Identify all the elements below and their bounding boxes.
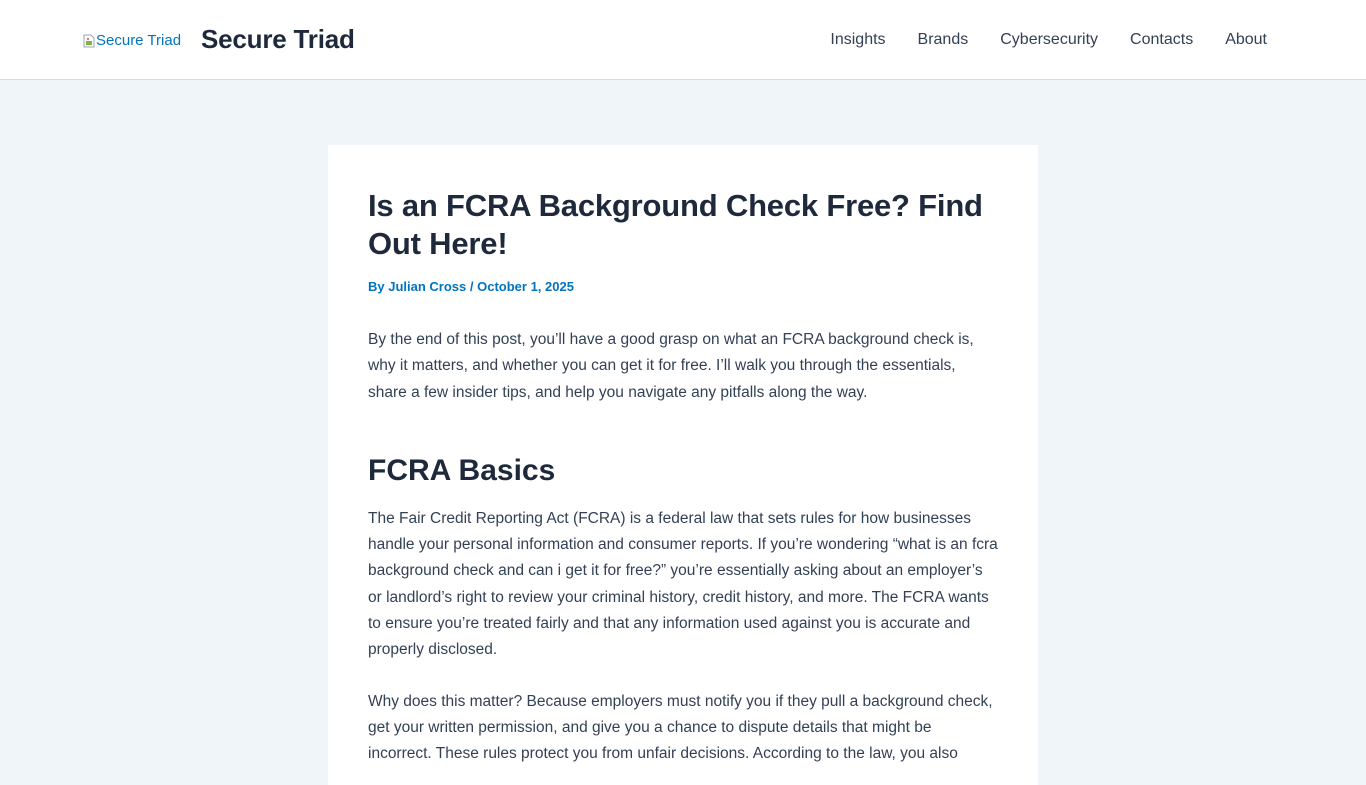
article-title: Is an FCRA Background Check Free? Find O… — [368, 188, 983, 261]
intro-paragraph: By the end of this post, you’ll have a g… — [368, 331, 974, 401]
nav-item-contacts[interactable]: Contacts — [1130, 31, 1193, 49]
article-card: Is an FCRA Background Check Free? Find O… — [328, 145, 1038, 785]
nav-item-cybersecurity[interactable]: Cybersecurity — [1000, 31, 1098, 49]
site-logo-link[interactable]: Secure Triad — [83, 32, 181, 49]
nav-item-brands[interactable]: Brands — [918, 31, 969, 49]
date-link[interactable]: October 1, 2025 — [477, 279, 574, 294]
site-header: Secure Triad Secure Triad Insights Brand… — [0, 0, 1366, 80]
post-meta: By Julian Cross / October 1, 2025 — [368, 279, 998, 294]
why-paragraph: Why does this matter? Because employers … — [368, 692, 993, 763]
main-nav: Insights Brands Cybersecurity Contacts A… — [830, 31, 1267, 49]
nav-item-insights[interactable]: Insights — [830, 31, 885, 49]
section-heading: FCRA Basics — [368, 453, 556, 487]
site-title[interactable]: Secure Triad — [201, 24, 355, 55]
nav-item-about[interactable]: About — [1225, 31, 1267, 49]
meta-prefix: By — [368, 279, 389, 294]
author-link[interactable]: Julian Cross — [388, 279, 466, 294]
broken-image-icon — [83, 34, 95, 48]
logo-alt-text: Secure Triad — [96, 32, 182, 49]
basics-paragraph: The Fair Credit Reporting Act (FCRA) is … — [368, 509, 998, 659]
meta-separator: / — [466, 279, 478, 294]
